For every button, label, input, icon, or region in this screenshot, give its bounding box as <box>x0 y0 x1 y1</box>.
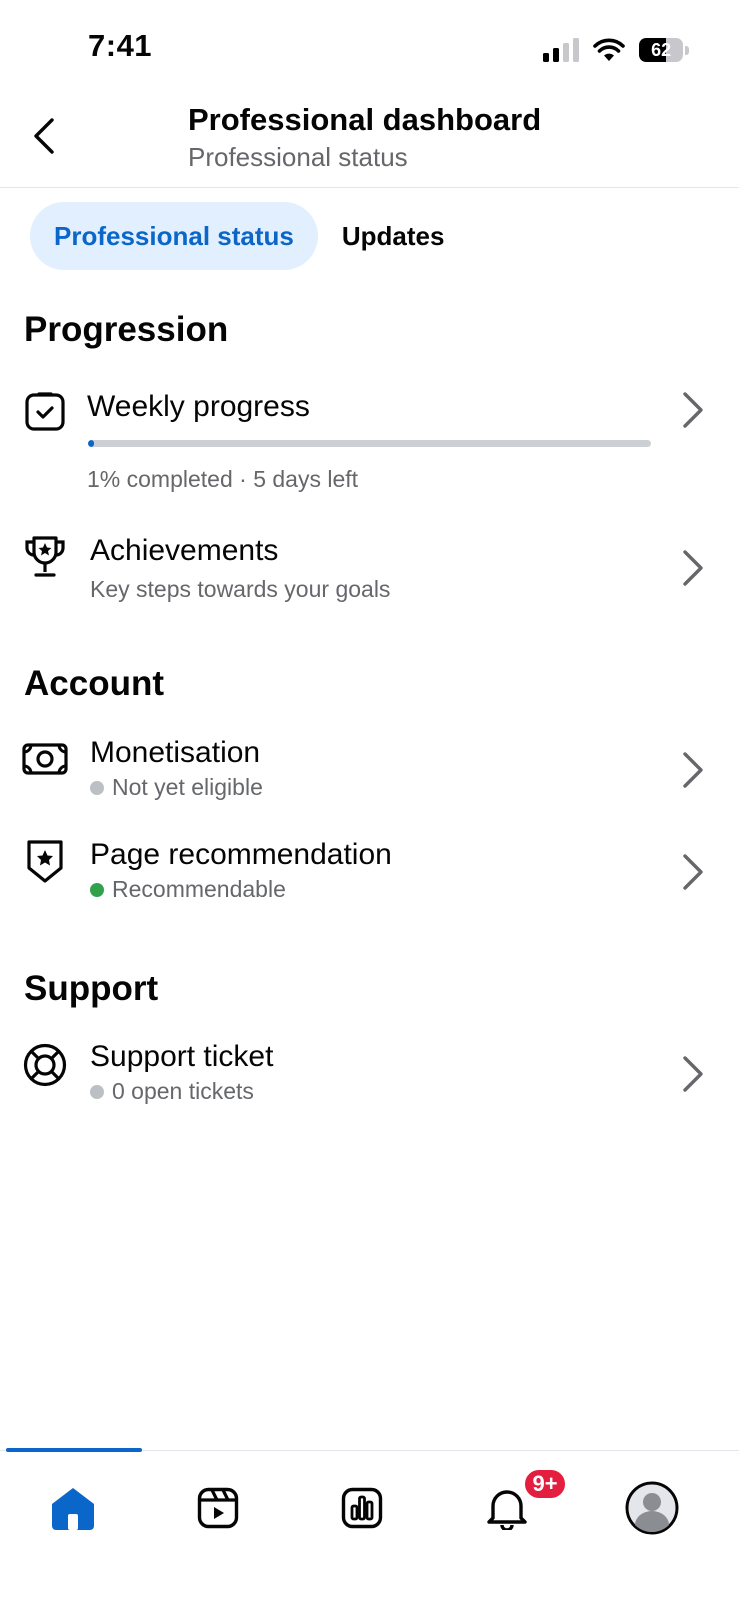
weekly-progress-fill <box>88 440 94 447</box>
page-recommendation-status-text: Recommendable <box>112 876 286 902</box>
achievements-row[interactable]: Achievements Key steps towards your goal… <box>0 530 739 610</box>
header: Professional dashboard Professional stat… <box>0 100 739 188</box>
wifi-icon <box>593 38 625 61</box>
monetisation-status-text: Not yet eligible <box>112 774 263 800</box>
tab-professional-status[interactable]: Professional status <box>30 202 318 270</box>
section-title-progression: Progression <box>24 310 229 349</box>
chevron-right-icon <box>683 1056 703 1092</box>
section-title-account: Account <box>24 664 164 703</box>
monetisation-label: Monetisation <box>90 736 261 769</box>
page-recommendation-row[interactable]: Page recommendation Recommendable <box>0 834 739 914</box>
support-ticket-label: Support ticket <box>90 1040 274 1073</box>
notification-badge: 9+ <box>523 1468 567 1500</box>
back-button[interactable] <box>20 112 68 160</box>
status-dot <box>90 882 104 897</box>
weekly-progress-bar <box>88 440 651 447</box>
support-ticket-status-text: 0 open tickets <box>112 1078 254 1104</box>
page-title: Professional dashboard <box>188 102 542 137</box>
chevron-right-icon <box>683 392 703 428</box>
chevron-right-icon <box>683 854 703 890</box>
weekly-progress-row[interactable]: Weekly progress 1% completed · 5 days le… <box>0 384 739 502</box>
reels-icon <box>197 1487 239 1529</box>
support-ticket-status: 0 open tickets <box>90 1078 254 1105</box>
status-dot <box>90 780 104 795</box>
page-subtitle: Professional status <box>188 142 408 172</box>
nav-reels[interactable] <box>183 1473 253 1543</box>
nav-profile[interactable] <box>617 1473 687 1543</box>
monetisation-status: Not yet eligible <box>90 774 263 801</box>
active-tab-indicator <box>6 1448 142 1452</box>
money-icon <box>22 736 68 782</box>
back-chevron-icon <box>34 118 54 154</box>
section-title-support: Support <box>24 969 159 1008</box>
weekly-progress-status: 1% completed · 5 days left <box>87 466 359 492</box>
checklist-icon <box>22 388 68 434</box>
page-recommendation-status: Recommendable <box>90 876 286 903</box>
notifications-icon <box>487 1490 527 1530</box>
chevron-right-icon <box>683 550 703 586</box>
status-time: 7:41 <box>88 28 153 63</box>
insights-icon <box>341 1487 383 1529</box>
cellular-signal-icon <box>543 38 579 62</box>
bottom-nav: 9+ <box>0 1448 739 1600</box>
achievements-subtitle: Key steps towards your goals <box>90 576 391 602</box>
nav-home[interactable] <box>38 1473 108 1543</box>
screen: 7:41 62 Professional dashboard Professio… <box>0 0 739 1600</box>
tab-bar: Professional status Updates <box>30 202 444 270</box>
chevron-right-icon <box>683 752 703 788</box>
monetisation-row[interactable]: Monetisation Not yet eligible <box>0 732 739 812</box>
support-ticket-row[interactable]: Support ticket 0 open tickets <box>0 1036 739 1116</box>
status-dot <box>90 1084 104 1099</box>
shield-star-icon <box>22 838 68 884</box>
lifebuoy-icon <box>22 1042 68 1088</box>
profile-icon <box>625 1481 679 1535</box>
battery-level: 62 <box>651 39 672 60</box>
achievements-label: Achievements <box>90 534 279 567</box>
status-bar: 7:41 62 <box>0 0 739 100</box>
battery-icon: 62 <box>639 38 689 62</box>
page-recommendation-label: Page recommendation <box>90 838 392 871</box>
weekly-progress-label: Weekly progress <box>87 390 310 423</box>
nav-insights[interactable] <box>327 1473 397 1543</box>
trophy-icon <box>22 534 68 580</box>
home-icon <box>52 1488 94 1530</box>
tab-updates[interactable]: Updates <box>342 202 445 270</box>
status-icons: 62 <box>543 34 689 66</box>
